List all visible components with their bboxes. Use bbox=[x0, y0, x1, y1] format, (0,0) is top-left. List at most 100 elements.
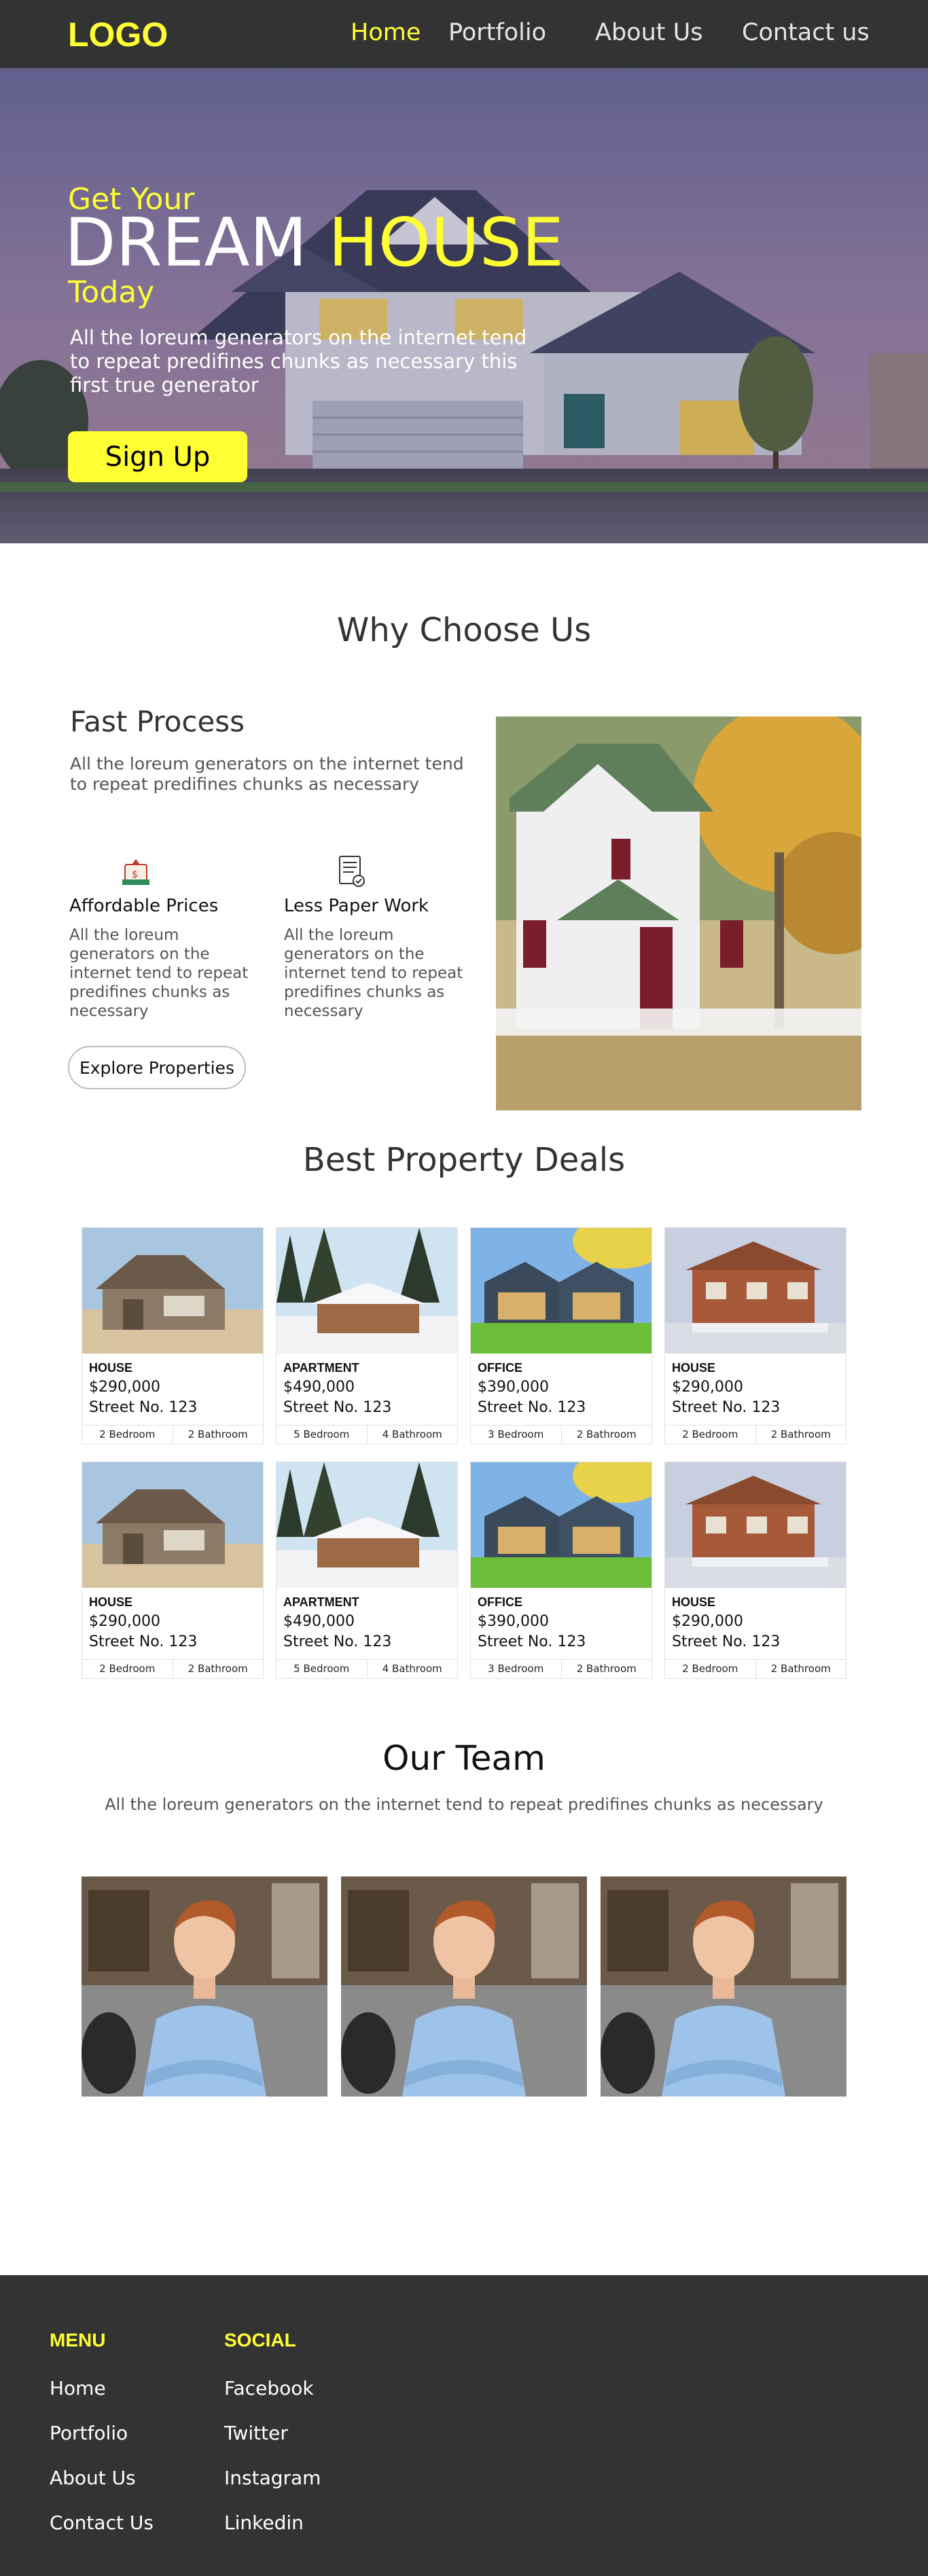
property-price: $490,000 bbox=[283, 1613, 355, 1630]
nav-link-home[interactable]: Home bbox=[351, 19, 421, 46]
bedroom-count: 2 Bedroom bbox=[665, 1426, 756, 1444]
explore-properties-button[interactable]: Explore Properties bbox=[68, 1046, 246, 1089]
document-icon bbox=[339, 856, 365, 887]
property-card[interactable]: HOUSE $290,000 Street No. 123 2 Bedroom 2 Ba… bbox=[82, 1462, 264, 1679]
property-price: $290,000 bbox=[89, 1379, 160, 1396]
property-price: $290,000 bbox=[89, 1613, 160, 1630]
property-image bbox=[471, 1462, 652, 1588]
property-features: 3 Bedroom 2 Bathroom bbox=[471, 1659, 652, 1678]
hero-tagline-bottom: Today bbox=[68, 275, 155, 310]
deals-title: Best Property Deals bbox=[302, 1141, 626, 1179]
bathroom-count: 2 Bathroom bbox=[576, 1663, 637, 1675]
property-street: Street No. 123 bbox=[478, 1399, 586, 1416]
bedroom-count: 2 Bedroom bbox=[665, 1660, 756, 1678]
property-card[interactable]: APARTMENT $490,000 Street No. 123 5 Bedroom… bbox=[276, 1227, 458, 1445]
property-street: Street No. 123 bbox=[672, 1633, 781, 1650]
property-type: HOUSE bbox=[672, 1595, 716, 1609]
team-section: Our Team All the loreum generators on th… bbox=[0, 1739, 928, 2275]
hero-description: All the loreum generators on the interne… bbox=[70, 326, 527, 397]
property-type: HOUSE bbox=[89, 1595, 133, 1609]
feature-desc: All the loreum generators on the interne… bbox=[284, 926, 463, 1020]
property-image bbox=[82, 1228, 263, 1354]
bedroom-count: 2 Bedroom bbox=[82, 1660, 173, 1678]
property-image bbox=[276, 1462, 457, 1588]
property-features: 2 Bedroom 2 Bathroom bbox=[665, 1659, 846, 1678]
property-street: Street No. 123 bbox=[283, 1399, 392, 1416]
feature-title: Less Paper Work bbox=[284, 896, 429, 916]
price-icon: $ bbox=[122, 859, 149, 885]
footer-menu-title: MENU bbox=[50, 2329, 106, 2351]
property-street: Street No. 123 bbox=[89, 1633, 198, 1650]
property-image bbox=[665, 1228, 846, 1354]
property-street: Street No. 123 bbox=[283, 1633, 392, 1650]
svg-text:$: $ bbox=[132, 869, 138, 880]
property-card[interactable]: HOUSE $290,000 Street No. 123 2 Bedroom 2 Ba… bbox=[664, 1462, 846, 1679]
feature-affordable: $ Affordable Prices All the loreum gener… bbox=[69, 852, 266, 1021]
logo[interactable]: LOGO bbox=[68, 15, 168, 54]
property-card[interactable]: HOUSE $290,000 Street No. 123 2 Bedroom 2 Ba… bbox=[82, 1227, 264, 1445]
footer-link-contact[interactable]: Contact Us bbox=[50, 2511, 154, 2534]
top-navbar: LOGO Home Portfolio About Us Contact us bbox=[0, 0, 928, 68]
team-member-photo bbox=[82, 1876, 327, 2097]
property-type: OFFICE bbox=[478, 1595, 522, 1609]
team-member-photo bbox=[601, 1876, 846, 2097]
bedroom-count: 2 Bedroom bbox=[82, 1426, 173, 1444]
footer-link-portfolio[interactable]: Portfolio bbox=[50, 2422, 128, 2444]
feature-paperwork: Less Paper Work All the loreum generator… bbox=[284, 852, 481, 1021]
footer: MENU SOCIAL Home Portfolio About Us Cont… bbox=[0, 2275, 928, 2576]
property-price: $390,000 bbox=[478, 1613, 549, 1630]
property-image bbox=[665, 1462, 846, 1588]
fast-process-desc: All the loreum generators on the interne… bbox=[70, 754, 464, 794]
property-image bbox=[471, 1228, 652, 1354]
property-card[interactable]: HOUSE $290,000 Street No. 123 2 Bedroom 2 Ba… bbox=[664, 1227, 846, 1445]
footer-link-about[interactable]: About Us bbox=[50, 2467, 136, 2489]
footer-link-facebook[interactable]: Facebook bbox=[224, 2377, 314, 2399]
property-price: $290,000 bbox=[672, 1379, 743, 1396]
property-type: APARTMENT bbox=[283, 1595, 359, 1609]
property-price: $390,000 bbox=[478, 1379, 549, 1396]
bathroom-count: 2 Bathroom bbox=[188, 1663, 248, 1675]
fast-process-title: Fast Process bbox=[70, 705, 245, 738]
property-street: Street No. 123 bbox=[672, 1399, 781, 1416]
feature-title: Affordable Prices bbox=[69, 896, 219, 916]
nav-link-contact[interactable]: Contact us bbox=[742, 19, 870, 46]
feature-desc: All the loreum generators on the interne… bbox=[69, 926, 249, 1020]
property-street: Street No. 123 bbox=[478, 1633, 586, 1650]
footer-link-instagram[interactable]: Instagram bbox=[224, 2467, 321, 2489]
hero-house-word: HOUSE bbox=[328, 204, 564, 282]
property-features: 2 Bedroom 2 Bathroom bbox=[82, 1425, 263, 1444]
footer-link-home[interactable]: Home bbox=[50, 2377, 106, 2399]
property-card[interactable]: OFFICE $390,000 Street No. 123 3 Bedroom 2 B… bbox=[470, 1227, 652, 1445]
property-image bbox=[82, 1462, 263, 1588]
property-features: 5 Bedroom 4 Bathroom bbox=[276, 1659, 457, 1678]
bathroom-count: 4 Bathroom bbox=[382, 1663, 442, 1675]
property-type: HOUSE bbox=[89, 1361, 133, 1375]
bathroom-count: 2 Bathroom bbox=[576, 1428, 637, 1440]
property-type: OFFICE bbox=[478, 1361, 522, 1375]
bathroom-count: 4 Bathroom bbox=[382, 1428, 442, 1440]
bedroom-count: 5 Bedroom bbox=[276, 1426, 368, 1444]
property-features: 3 Bedroom 2 Bathroom bbox=[471, 1425, 652, 1444]
footer-link-twitter[interactable]: Twitter bbox=[224, 2422, 288, 2444]
property-type: APARTMENT bbox=[283, 1361, 359, 1375]
property-card[interactable]: APARTMENT $490,000 Street No. 123 5 Bedroom… bbox=[276, 1462, 458, 1679]
why-title: Why Choose Us bbox=[336, 611, 592, 649]
property-price: $290,000 bbox=[672, 1613, 743, 1630]
nav-link-portfolio[interactable]: Portfolio bbox=[448, 19, 546, 46]
team-title: Our Team bbox=[382, 1739, 546, 1778]
bedroom-count: 3 Bedroom bbox=[471, 1426, 562, 1444]
bedroom-count: 5 Bedroom bbox=[276, 1660, 368, 1678]
property-features: 5 Bedroom 4 Bathroom bbox=[276, 1425, 457, 1444]
white-house-image bbox=[496, 716, 861, 1110]
hero-section: Get Your DREAM HOUSE Today All the loreu… bbox=[0, 68, 928, 543]
bathroom-count: 2 Bathroom bbox=[188, 1428, 248, 1440]
footer-link-linkedin[interactable]: Linkedin bbox=[224, 2511, 304, 2534]
property-card[interactable]: OFFICE $390,000 Street No. 123 3 Bedroom 2 B… bbox=[470, 1462, 652, 1679]
sign-up-button[interactable]: Sign Up bbox=[68, 431, 247, 482]
bedroom-count: 3 Bedroom bbox=[471, 1660, 562, 1678]
property-features: 2 Bedroom 2 Bathroom bbox=[82, 1659, 263, 1678]
team-member-photo bbox=[341, 1876, 587, 2097]
hero-dream-word: DREAM bbox=[65, 204, 329, 282]
hero-headline: DREAM HOUSE bbox=[65, 204, 564, 282]
nav-link-about[interactable]: About Us bbox=[595, 19, 702, 46]
